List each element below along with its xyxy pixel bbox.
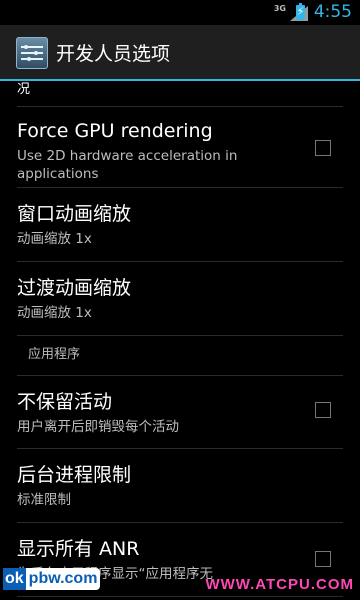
list-item-window-animation-scale[interactable]: 窗口动画缩放 动画缩放 1x <box>17 188 343 262</box>
window-animation-summary: 动画缩放 1x <box>17 231 92 247</box>
list-item-transition-animation-scale[interactable]: 过渡动画缩放 动画缩放 1x <box>17 262 343 336</box>
transition-animation-summary: 动画缩放 1x <box>17 305 92 321</box>
force-gpu-summary: Use 2D hardware acceleration in applicat… <box>17 148 238 182</box>
dont-keep-activities-summary: 用户离开后即销毁每个活动 <box>17 419 179 435</box>
clock: 4:55 <box>313 2 352 22</box>
list-item-background-process-limit[interactable]: 后台进程限制 标准限制 <box>17 449 343 523</box>
transition-animation-title: 过渡动画缩放 <box>17 277 132 299</box>
watermark-domain: pbw.com <box>25 568 101 590</box>
background-process-limit-title: 后台进程限制 <box>17 464 132 486</box>
list-item-dont-keep-activities[interactable]: 不保留活动 用户离开后即销毁每个活动 <box>17 376 343 449</box>
partial-item-text: 况 <box>17 82 31 97</box>
list-item-force-gpu[interactable]: Force GPU rendering Use 2D hardware acce… <box>17 107 343 188</box>
watermark-right: WWW.ATCPU.COM <box>205 576 354 593</box>
dont-keep-activities-title: 不保留活动 <box>17 391 113 413</box>
settings-list: 况 Force GPU rendering Use 2D hardware ac… <box>0 81 360 600</box>
status-bar: 3G ⚡ 4:55 <box>0 0 360 25</box>
watermark-ok: ok <box>3 568 26 590</box>
page-title: 开发人员选项 <box>56 43 171 65</box>
section-header-apps: 应用程序 <box>17 336 343 376</box>
show-all-anrs-title: 显示所有 ANR <box>17 538 140 560</box>
watermark-logo-left: ok pbw.com <box>3 568 101 590</box>
show-all-anrs-checkbox[interactable] <box>315 551 331 567</box>
background-process-limit-summary: 标准限制 <box>17 492 71 508</box>
action-bar: 开发人员选项 <box>0 25 360 81</box>
force-gpu-title: Force GPU rendering <box>17 120 213 142</box>
window-animation-title: 窗口动画缩放 <box>17 203 132 225</box>
force-gpu-checkbox[interactable] <box>315 140 331 156</box>
dont-keep-activities-checkbox[interactable] <box>315 402 331 418</box>
network-type: 3G <box>273 4 286 13</box>
developer-settings-icon[interactable] <box>16 37 48 69</box>
list-item-partial[interactable]: 况 <box>17 81 343 107</box>
charging-icon: ⚡ <box>296 5 305 18</box>
